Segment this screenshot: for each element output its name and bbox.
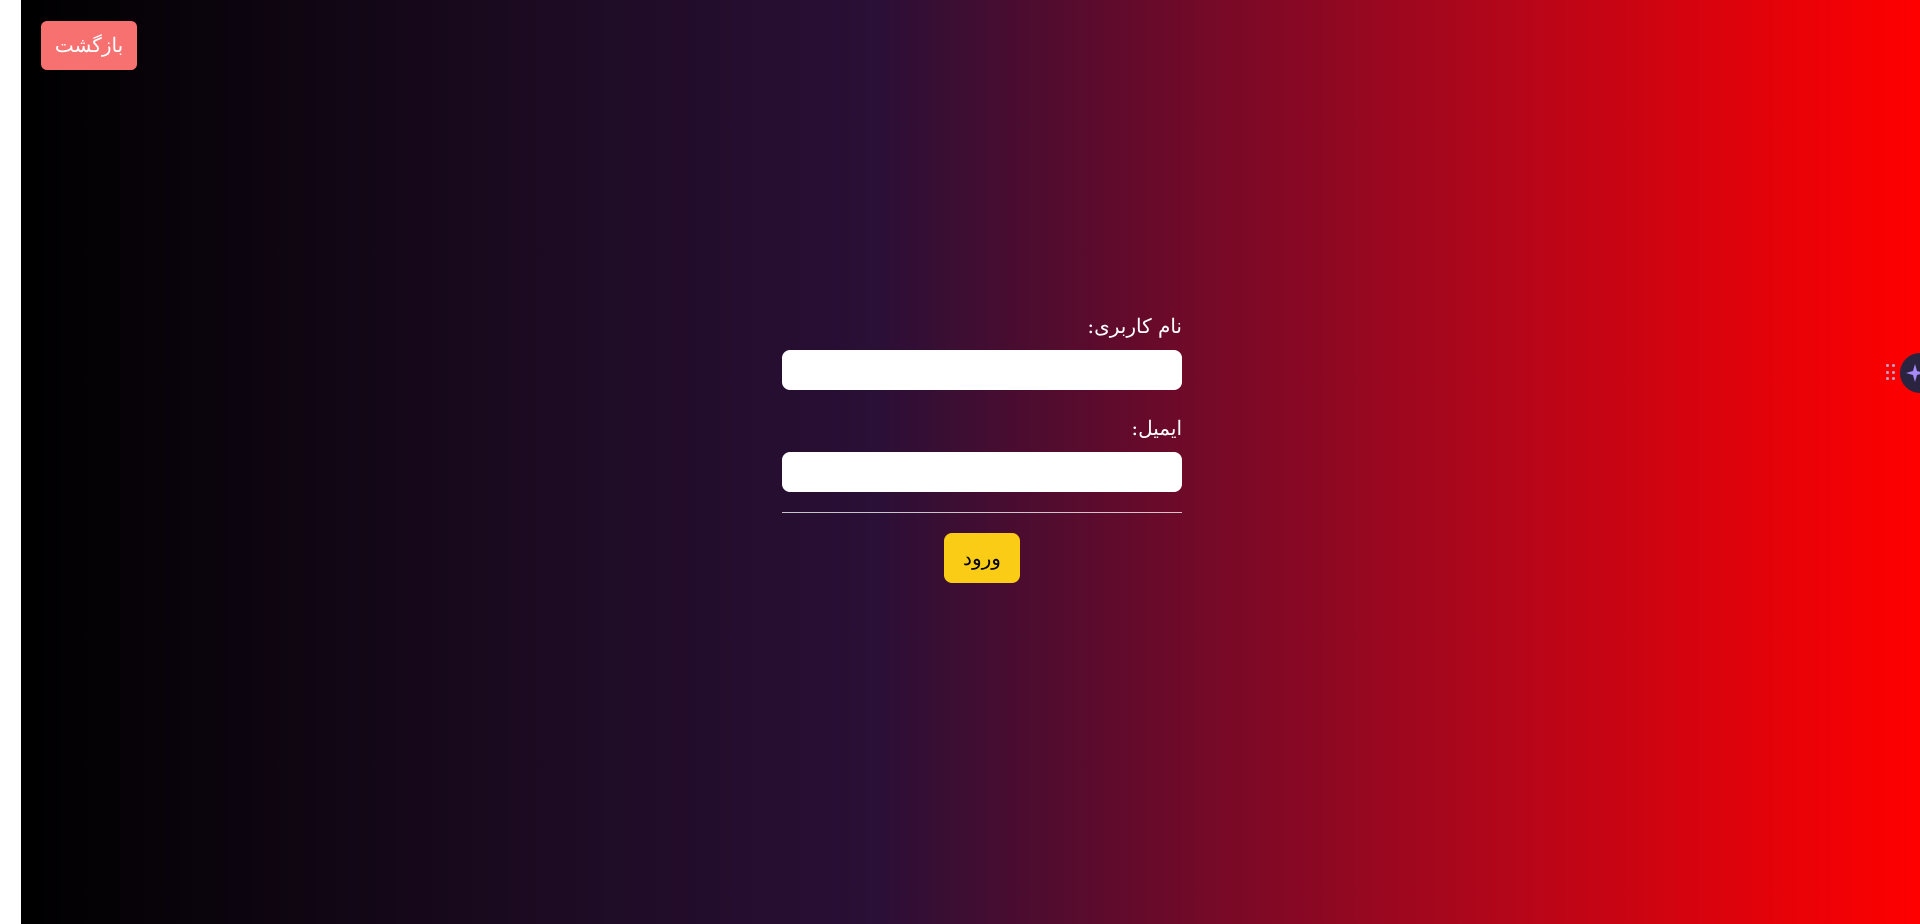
email-label: ایمیل: [1131, 416, 1182, 440]
assistant-widget[interactable] [1886, 353, 1920, 393]
back-button[interactable]: بازگشت [41, 21, 137, 70]
username-input[interactable] [782, 350, 1182, 390]
submit-container: ورود [782, 533, 1182, 583]
login-page: بازگشت نام کاربری: ایمیل: ورود [21, 0, 1920, 924]
login-button[interactable]: ورود [944, 533, 1020, 583]
login-form: نام کاربری: ایمیل: ورود [782, 310, 1182, 583]
form-divider [782, 512, 1182, 513]
email-input[interactable] [782, 452, 1182, 492]
drag-handle-icon[interactable] [1886, 364, 1896, 382]
username-label: نام کاربری: [1087, 314, 1182, 338]
sparkle-icon[interactable] [1900, 353, 1920, 393]
